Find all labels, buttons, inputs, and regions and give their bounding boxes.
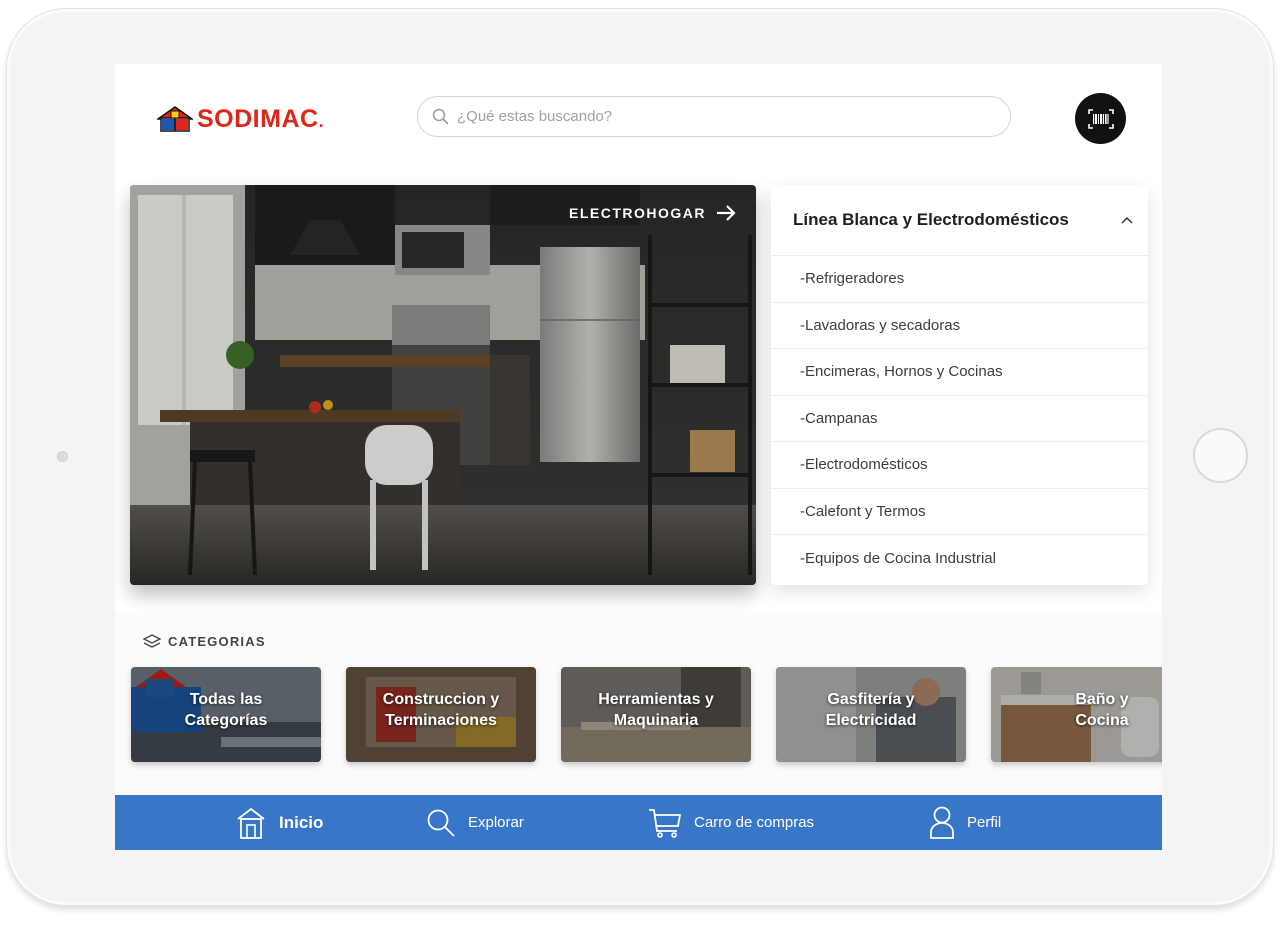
category-menu-title: Línea Blanca y Electrodomésticos [793, 210, 1069, 229]
category-name: Construccion y Terminaciones [382, 691, 500, 729]
nav-perfil[interactable]: Perfil [929, 795, 1001, 850]
arrow-right-icon [716, 205, 736, 221]
electrohogar-link[interactable]: ELECTROHOGAR [569, 205, 736, 221]
category-name: Gasfitería y Electricidad [825, 691, 917, 729]
category-name: Herramientas y Maquinaria [598, 691, 714, 729]
nav-label: Explorar [468, 814, 524, 831]
search-input[interactable] [457, 108, 977, 125]
category-card-todas[interactable]: Todas las Categorías [131, 667, 321, 762]
layers-icon [143, 634, 161, 648]
menu-item-cocina-industrial[interactable]: -Equipos de Cocina Industrial [771, 535, 1148, 582]
brand-name: SODIMAC. [197, 104, 325, 133]
category-card-bano-cocina[interactable]: Baño y Cocina [991, 667, 1162, 762]
hero-link-label: ELECTROHOGAR [569, 205, 706, 221]
category-carousel[interactable]: Todas las Categorías Construccion y Termin… [131, 667, 1162, 763]
search-bar[interactable] [417, 96, 1011, 137]
category-menu-header[interactable]: Línea Blanca y Electrodomésticos [771, 185, 1148, 256]
category-card-construccion[interactable]: Construccion y Terminaciones [346, 667, 536, 762]
home-hardware-button[interactable] [1193, 428, 1248, 483]
nav-inicio[interactable]: Inicio [235, 795, 323, 850]
category-card-herramientas[interactable]: Herramientas y Maquinaria [561, 667, 751, 762]
categories-heading: CATEGORIAS [143, 634, 266, 649]
menu-item-calefont[interactable]: -Calefont y Termos [771, 489, 1148, 535]
chevron-up-icon[interactable] [1120, 216, 1134, 225]
menu-item-refrigeradores[interactable]: -Refrigeradores [771, 256, 1148, 303]
category-dropdown-menu: Línea Blanca y Electrodomésticos -Refrig… [771, 185, 1148, 585]
app-screen: SODIMAC. ¿Qué estas buscando? ELECTROHOG… [115, 64, 1162, 850]
search-icon [426, 808, 456, 838]
cart-icon [648, 807, 682, 839]
nav-explorar[interactable]: Explorar [426, 795, 524, 850]
nav-label: Perfil [967, 814, 1002, 831]
menu-item-lavadoras[interactable]: -Lavadoras y secadoras [771, 303, 1148, 349]
menu-item-campanas[interactable]: -Campanas [771, 396, 1148, 442]
category-name: Todas las Categorías [184, 691, 268, 729]
home-icon [235, 806, 267, 840]
kitchen-photo [130, 185, 756, 585]
category-name: Baño y Cocina [1075, 691, 1129, 729]
sodimac-logo[interactable]: SODIMAC. [157, 102, 337, 136]
user-icon [929, 806, 955, 840]
hero-banner[interactable]: ELECTROHOGAR [130, 185, 756, 585]
bottom-navigation: Inicio Explorar Carro de compras Perfil [115, 795, 1162, 850]
menu-item-electrodomesticos[interactable]: -Electrodomésticos [771, 442, 1148, 489]
nav-carro-de-compras[interactable]: Carro de compras [648, 795, 814, 850]
categories-heading-label: CATEGORIAS [168, 634, 266, 649]
menu-item-encimeras[interactable]: -Encimeras, Hornos y Cocinas [771, 349, 1148, 396]
category-card-gasfiteria[interactable]: Gasfitería y Electricidad [776, 667, 966, 762]
camera-icon [57, 451, 68, 462]
barcode-scan-button[interactable] [1075, 93, 1126, 144]
nav-label: Carro de compras [694, 814, 815, 831]
barcode-scan-icon [1087, 108, 1114, 129]
nav-label: Inicio [279, 812, 324, 832]
house-logo-icon [157, 106, 193, 132]
search-icon [432, 108, 449, 125]
